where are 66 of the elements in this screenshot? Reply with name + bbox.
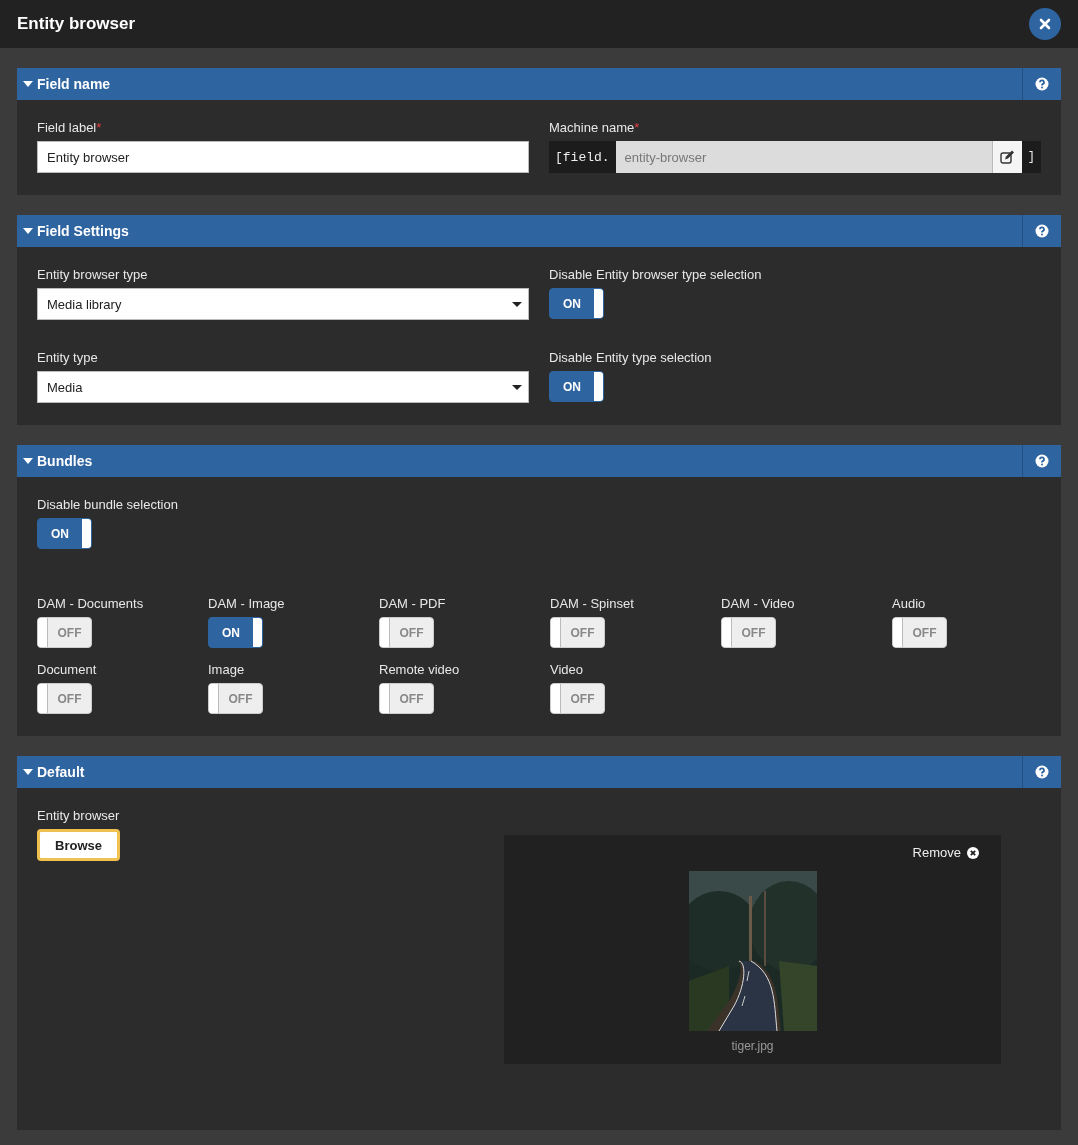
close-button[interactable] (1029, 8, 1061, 40)
toggle-switch[interactable]: OFF (379, 683, 434, 714)
toggle-switch[interactable]: OFF (37, 617, 92, 648)
remove-icon (967, 846, 979, 859)
select-field[interactable]: Media library (37, 288, 529, 320)
toggle-switch[interactable]: OFF (550, 617, 605, 648)
help-icon (1035, 454, 1049, 468)
field-label: Entity browser (37, 808, 120, 823)
section-title: Field Settings (37, 223, 130, 239)
machine-name-prefix: [field. (554, 148, 611, 167)
caret-icon (23, 458, 33, 464)
caret-icon (23, 769, 33, 775)
toggle-label: Document (37, 662, 97, 677)
help-icon (1035, 224, 1049, 238)
section-title: Default (37, 764, 86, 780)
browse-button[interactable]: Browse (37, 829, 120, 861)
field-label: Entity type (37, 350, 99, 365)
toggle-label: Disable Entity type selection (549, 350, 713, 365)
toggle-label: Disable Entity browser type selection (549, 267, 763, 282)
help-icon (1035, 765, 1049, 779)
edit-icon (999, 150, 1015, 164)
machine-name-suffix: ] (1026, 149, 1036, 166)
toggle-label: DAM - PDF (379, 596, 446, 611)
field-label: Entity browser type (37, 267, 149, 282)
file-name: tiger.jpg (731, 1039, 774, 1053)
window-title: Entity browser (17, 14, 136, 34)
toggle-label: DAM - Video (721, 596, 795, 611)
section-header[interactable]: Default (17, 756, 1061, 788)
toggle-label: Audio (892, 596, 926, 611)
section-title: Bundles (37, 453, 94, 469)
remove-button[interactable]: Remove (912, 845, 979, 860)
field-label: Machine name* (549, 120, 641, 135)
toggle-switch[interactable]: OFF (37, 683, 92, 714)
machine-name-input[interactable]: entity-browser (615, 141, 992, 173)
text-input[interactable]: Entity browser (37, 141, 529, 173)
toggle-switch[interactable]: OFF (892, 617, 947, 648)
section-title: Field name (37, 76, 112, 92)
toggle-label: Video (550, 662, 583, 677)
edit-button[interactable] (991, 141, 1022, 173)
dropdown-caret-icon (512, 384, 522, 390)
section-header[interactable]: Bundles (17, 445, 1061, 477)
select-field[interactable]: Media (37, 371, 529, 403)
toggle-switch[interactable]: OFF (379, 617, 434, 648)
toggle-label: DAM - Image (208, 596, 285, 611)
dropdown-caret-icon (512, 301, 522, 307)
toggle-label: DAM - Documents (37, 596, 144, 611)
toggle-switch[interactable]: ON (549, 288, 604, 319)
toggle-switch[interactable]: OFF (208, 683, 263, 714)
help-icon (1035, 77, 1049, 91)
toggle-switch[interactable]: ON (549, 371, 604, 402)
field-label: Field label* (37, 120, 103, 135)
toggle-switch[interactable]: OFF (550, 683, 605, 714)
required-mark: * (96, 120, 102, 135)
required-mark: * (634, 120, 640, 135)
toggle-label: Image (208, 662, 245, 677)
section-header[interactable]: Field name (17, 68, 1061, 100)
close-icon (1039, 18, 1051, 30)
toggle-switch[interactable]: OFF (721, 617, 776, 648)
section-header[interactable]: Field Settings (17, 215, 1061, 247)
caret-icon (23, 228, 33, 234)
toggle-switch[interactable]: ON (37, 518, 92, 549)
toggle-label: DAM - Spinset (550, 596, 634, 611)
toggle-label: Disable bundle selection (37, 497, 178, 512)
toggle-switch[interactable]: ON (208, 617, 263, 648)
caret-icon (23, 81, 33, 87)
toggle-label: Remote video (379, 662, 460, 677)
